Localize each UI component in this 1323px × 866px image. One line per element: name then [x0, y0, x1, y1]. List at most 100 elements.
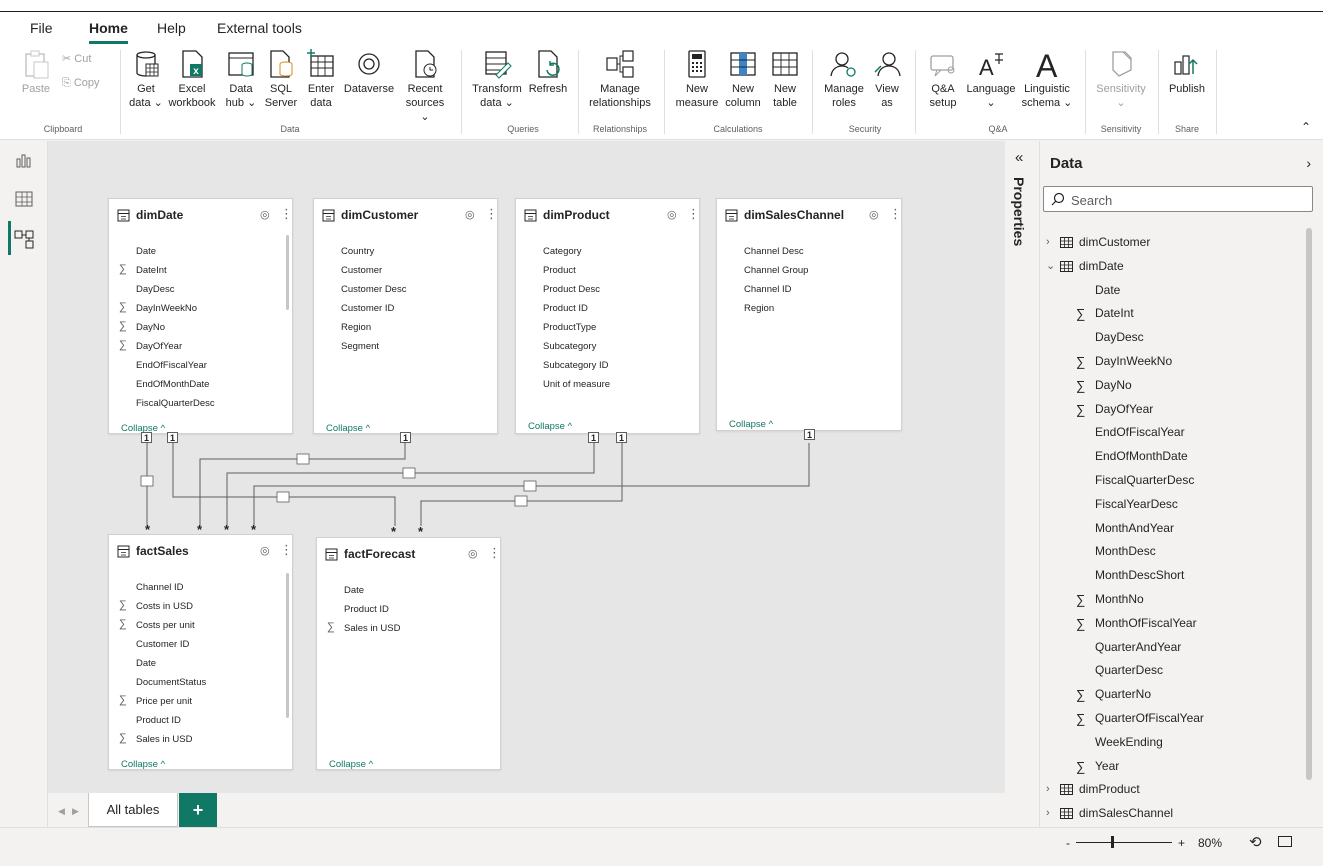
tree-field[interactable]: FiscalQuarterDesc	[1040, 469, 1310, 493]
copy-button[interactable]: ⎘ Copy	[62, 76, 100, 90]
tree-field[interactable]: QuarterAndYear	[1040, 636, 1310, 660]
collapse-link[interactable]: Collapse ^	[121, 759, 165, 770]
tree-field[interactable]: WeekEnding	[1040, 731, 1310, 755]
table-field[interactable]: DayInWeekNo	[136, 303, 197, 314]
table-field[interactable]: EndOfFiscalYear	[136, 360, 207, 371]
tree-field[interactable]: ∑ DayNo	[1040, 374, 1310, 398]
table-field[interactable]: Segment	[341, 341, 379, 352]
table-field[interactable]: Unit of measure	[543, 379, 610, 390]
tree-field[interactable]: ∑ DayInWeekNo	[1040, 350, 1310, 374]
table-field[interactable]: FiscalQuarterDesc	[136, 398, 215, 409]
relationship-line[interactable]	[226, 443, 595, 526]
table-card-dimproduct[interactable]: dimProduct ◎ ⋮ Category Product Product Desc P…	[515, 198, 700, 434]
recent-sources-button[interactable]: Recent sources ⌄	[400, 48, 450, 124]
tree-field[interactable]: EndOfFiscalYear	[1040, 421, 1310, 445]
dataverse-button[interactable]: Dataverse	[340, 48, 398, 96]
table-field[interactable]: Product Desc	[543, 284, 600, 295]
tree-field[interactable]: DayDesc	[1040, 326, 1310, 350]
tree-field[interactable]: EndOfMonthDate	[1040, 445, 1310, 469]
tree-field[interactable]: ∑ DateInt	[1040, 302, 1310, 326]
excel-workbook-button[interactable]: x Excel workbook	[166, 48, 218, 110]
collapse-link[interactable]: Collapse ^	[528, 421, 572, 432]
table-field[interactable]: Region	[341, 322, 371, 333]
table-card-factforecast[interactable]: factForecast ◎ ⋮ Date Product ID ∑ Sales in US…	[316, 537, 501, 770]
tab-home[interactable]: Home	[89, 20, 128, 44]
more-options-icon[interactable]: ⋮	[687, 206, 700, 222]
table-field[interactable]: Date	[136, 246, 156, 257]
table-card-dimcustomer[interactable]: dimCustomer ◎ ⋮ Country Customer Customer Des…	[313, 198, 498, 434]
qa-setup-button[interactable]: Q&A setup	[925, 48, 961, 110]
table-field[interactable]: Region	[744, 303, 774, 314]
table-card-dimsaleschannel[interactable]: dimSalesChannel ◎ ⋮ Channel Desc Channel Gro…	[716, 198, 902, 431]
transform-data-button[interactable]: Transform data ⌄	[470, 48, 524, 110]
chevron-right-icon[interactable]: ›	[1306, 155, 1311, 171]
publish-button[interactable]: Publish	[1164, 48, 1210, 96]
tree-field[interactable]: ∑ QuarterNo	[1040, 683, 1310, 707]
tab-help[interactable]: Help	[157, 20, 186, 36]
properties-pane-collapsed[interactable]: « Properties	[1005, 141, 1040, 827]
chevron-down-icon[interactable]: ⌄	[1046, 255, 1055, 279]
table-field[interactable]: DayDesc	[136, 284, 175, 295]
table-field[interactable]: Channel ID	[744, 284, 792, 295]
tree-table-dimsaleschannel[interactable]: › dimSalesChannel	[1040, 802, 1310, 826]
table-field[interactable]: DateInt	[136, 265, 167, 276]
tree-field[interactable]: ∑ MonthOfFiscalYear	[1040, 612, 1310, 636]
table-field[interactable]: Price per unit	[136, 696, 192, 707]
tab-scroll-left-icon[interactable]: ◀	[58, 806, 65, 817]
get-data-button[interactable]: Get data ⌄	[126, 48, 166, 110]
more-options-icon[interactable]: ⋮	[485, 206, 498, 222]
view-as-button[interactable]: View as	[870, 48, 904, 110]
refresh-button[interactable]: Refresh	[526, 48, 570, 96]
search-input[interactable]: Search	[1043, 186, 1313, 212]
collapse-ribbon-icon[interactable]: ⌃	[1301, 120, 1311, 134]
table-field[interactable]: DayOfYear	[136, 341, 182, 352]
linguistic-schema-button[interactable]: A Linguistic schema ⌄	[1019, 48, 1075, 110]
more-options-icon[interactable]: ⋮	[280, 542, 293, 558]
table-field[interactable]: Customer	[341, 265, 382, 276]
table-field[interactable]: DayNo	[136, 322, 165, 333]
table-field[interactable]: Product	[543, 265, 576, 276]
paste-button[interactable]: Paste	[18, 48, 54, 96]
table-field[interactable]: Costs per unit	[136, 620, 195, 631]
visibility-icon[interactable]: ◎	[667, 208, 677, 221]
visibility-icon[interactable]: ◎	[260, 544, 270, 557]
table-field[interactable]: Costs in USD	[136, 601, 193, 612]
tree-field[interactable]: FiscalYearDesc	[1040, 493, 1310, 517]
tree-field[interactable]: ∑ Year	[1040, 755, 1310, 779]
table-field[interactable]: Product ID	[543, 303, 588, 314]
card-scrollbar[interactable]	[286, 573, 289, 718]
new-measure-button[interactable]: New measure	[673, 48, 721, 110]
chevron-right-icon[interactable]: ›	[1046, 231, 1050, 255]
model-canvas[interactable]: dimDate ◎ ⋮ Date ∑ DateInt DayDesc ∑ DayInWeekNo…	[48, 141, 1005, 793]
zoom-in-button[interactable]: +	[1178, 836, 1185, 850]
zoom-slider-thumb[interactable]	[1111, 836, 1114, 848]
reset-zoom-icon[interactable]: ⟲	[1249, 833, 1262, 851]
enter-data-button[interactable]: Enter data	[302, 48, 340, 110]
tree-table-dimproduct[interactable]: › dimProduct	[1040, 778, 1310, 802]
collapse-link[interactable]: Collapse ^	[329, 759, 373, 770]
table-field[interactable]: Product ID	[136, 715, 181, 726]
tree-table-dimdate[interactable]: ⌄ dimDate	[1040, 255, 1310, 279]
tab-file[interactable]: File	[30, 20, 53, 36]
tree-field[interactable]: MonthAndYear	[1040, 517, 1310, 541]
tree-field[interactable]: Date	[1040, 279, 1310, 303]
relationship-line[interactable]	[420, 443, 623, 526]
visibility-icon[interactable]: ◎	[468, 547, 478, 560]
table-field[interactable]: Product ID	[344, 604, 389, 615]
collapse-link[interactable]: Collapse ^	[729, 419, 773, 430]
expand-properties-icon[interactable]: «	[1015, 149, 1023, 166]
table-field[interactable]: Date	[136, 658, 156, 669]
zoom-out-button[interactable]: -	[1066, 836, 1070, 850]
collapse-link[interactable]: Collapse ^	[326, 423, 370, 434]
tree-table-dimcustomer[interactable]: › dimCustomer	[1040, 231, 1310, 255]
table-card-factsales[interactable]: factSales ◎ ⋮ Channel ID ∑ Costs in USD ∑ Costs…	[108, 534, 293, 770]
tab-external-tools[interactable]: External tools	[217, 20, 302, 36]
manage-roles-button[interactable]: Manage roles	[820, 48, 868, 110]
sensitivity-button[interactable]: Sensitivity ⌄	[1092, 48, 1150, 110]
table-field[interactable]: Sales in USD	[136, 734, 193, 745]
card-scrollbar[interactable]	[286, 235, 289, 310]
more-options-icon[interactable]: ⋮	[488, 545, 501, 561]
table-field[interactable]: Customer Desc	[341, 284, 406, 295]
table-field[interactable]: Category	[543, 246, 582, 257]
visibility-icon[interactable]: ◎	[869, 208, 879, 221]
